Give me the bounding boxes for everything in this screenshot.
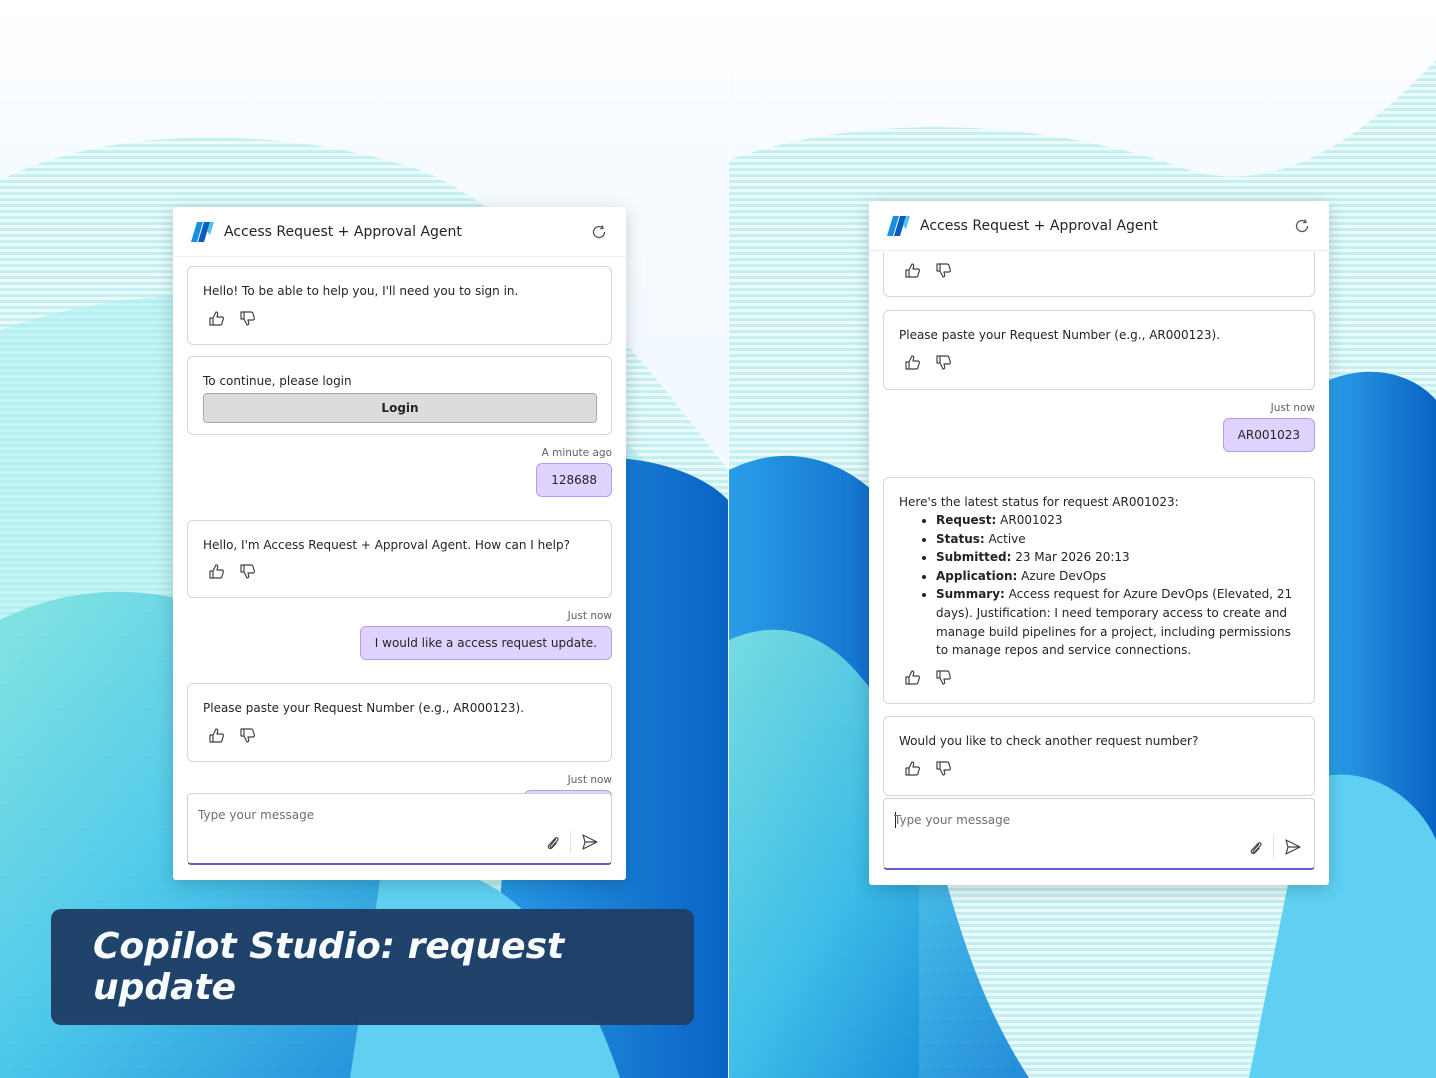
- agent-logo-icon: [191, 221, 214, 242]
- bot-message: Would you like to check another request …: [883, 716, 1315, 796]
- timestamp: A minute ago: [541, 447, 612, 459]
- feedback-bar: [904, 262, 952, 279]
- refresh-icon[interactable]: [590, 223, 608, 241]
- thumbs-up-icon[interactable]: [904, 669, 921, 686]
- user-message: I would like a access request update.: [359, 626, 612, 660]
- feedback-bar: [904, 669, 952, 686]
- composer-divider: [570, 831, 571, 853]
- bot-message-text: Please paste your Request Number (e.g., …: [203, 701, 525, 715]
- status-item-status: Status: Active: [936, 530, 1299, 549]
- bot-message-text: Hello, I'm Access Request + Approval Age…: [203, 538, 570, 552]
- timestamp: Just now: [567, 610, 612, 622]
- message-composer: [187, 793, 612, 865]
- bot-message-text: Would you like to check another request …: [899, 734, 1199, 748]
- thumbs-down-icon[interactable]: [935, 760, 952, 777]
- status-card: Here's the latest status for request AR0…: [883, 477, 1315, 704]
- feedback-bar: [208, 727, 256, 744]
- caption-banner: Copilot Studio: request update: [51, 909, 694, 1025]
- thumbs-up-icon[interactable]: [904, 354, 921, 371]
- thumbs-down-icon[interactable]: [239, 310, 256, 327]
- message-composer: [883, 798, 1315, 870]
- thumbs-up-icon[interactable]: [904, 760, 921, 777]
- user-message: 128688: [536, 463, 612, 497]
- chat-window-left: Access Request + Approval Agent Hello! T…: [173, 207, 626, 880]
- feedback-bar: [208, 563, 256, 580]
- agent-title: Access Request + Approval Agent: [920, 217, 1158, 234]
- thumbs-down-icon[interactable]: [935, 669, 952, 686]
- chat-window-right: Access Request + Approval Agent Please p…: [869, 201, 1329, 885]
- bot-message: Please paste your Request Number (e.g., …: [883, 310, 1315, 390]
- status-item-summary: Summary: Access request for Azure DevOps…: [936, 585, 1299, 659]
- send-icon[interactable]: [581, 833, 599, 851]
- status-item-application: Application: Azure DevOps: [936, 567, 1299, 586]
- agent-title: Access Request + Approval Agent: [224, 223, 462, 240]
- user-message: AR001023: [1222, 418, 1315, 452]
- timestamp: Just now: [567, 774, 612, 786]
- status-list: Request: AR001023 Status: Active Submitt…: [899, 511, 1299, 660]
- thumbs-down-icon[interactable]: [239, 563, 256, 580]
- bot-message: Please paste your Request Number (e.g., …: [187, 683, 612, 762]
- message-input[interactable]: [894, 813, 1194, 827]
- bot-message-text: Please paste your Request Number (e.g., …: [899, 328, 1221, 342]
- status-intro: Here's the latest status for request AR0…: [899, 495, 1179, 509]
- message-input[interactable]: [198, 808, 498, 822]
- login-card: To continue, please login Login: [187, 356, 612, 435]
- agent-logo-icon: [887, 215, 910, 236]
- login-button[interactable]: Login: [203, 393, 597, 423]
- chat-header: Access Request + Approval Agent: [869, 201, 1329, 251]
- bot-message: Hello! To be able to help you, I'll need…: [187, 266, 612, 345]
- status-item-submitted: Submitted: 23 Mar 2026 20:13: [936, 548, 1299, 567]
- send-icon[interactable]: [1284, 838, 1302, 856]
- thumbs-up-icon[interactable]: [904, 262, 921, 279]
- chat-header: Access Request + Approval Agent: [173, 207, 626, 257]
- paperclip-icon[interactable]: [1248, 840, 1264, 856]
- thumbs-up-icon[interactable]: [208, 727, 225, 744]
- thumbs-up-icon[interactable]: [208, 563, 225, 580]
- thumbs-down-icon[interactable]: [935, 354, 952, 371]
- caption-text: Copilot Studio: request update: [93, 926, 565, 1008]
- bot-message-text: Hello! To be able to help you, I'll need…: [203, 284, 519, 298]
- refresh-icon[interactable]: [1293, 217, 1311, 235]
- feedback-bar: [904, 760, 952, 777]
- paperclip-icon[interactable]: [545, 835, 561, 851]
- feedback-bar: [904, 354, 952, 371]
- thumbs-down-icon[interactable]: [935, 262, 952, 279]
- login-prompt: To continue, please login: [203, 374, 352, 388]
- feedback-bar: [208, 310, 256, 327]
- thumbs-down-icon[interactable]: [239, 727, 256, 744]
- thumbs-up-icon[interactable]: [208, 310, 225, 327]
- bot-message: Hello, I'm Access Request + Approval Age…: [187, 520, 612, 598]
- message-list[interactable]: Please paste your Request Number (e.g., …: [869, 252, 1329, 885]
- status-item-request: Request: AR001023: [936, 511, 1299, 530]
- composer-divider: [1273, 836, 1274, 858]
- timestamp: Just now: [1270, 402, 1315, 414]
- bot-message-partial: [883, 252, 1315, 297]
- message-list[interactable]: Hello! To be able to help you, I'll need…: [173, 258, 626, 880]
